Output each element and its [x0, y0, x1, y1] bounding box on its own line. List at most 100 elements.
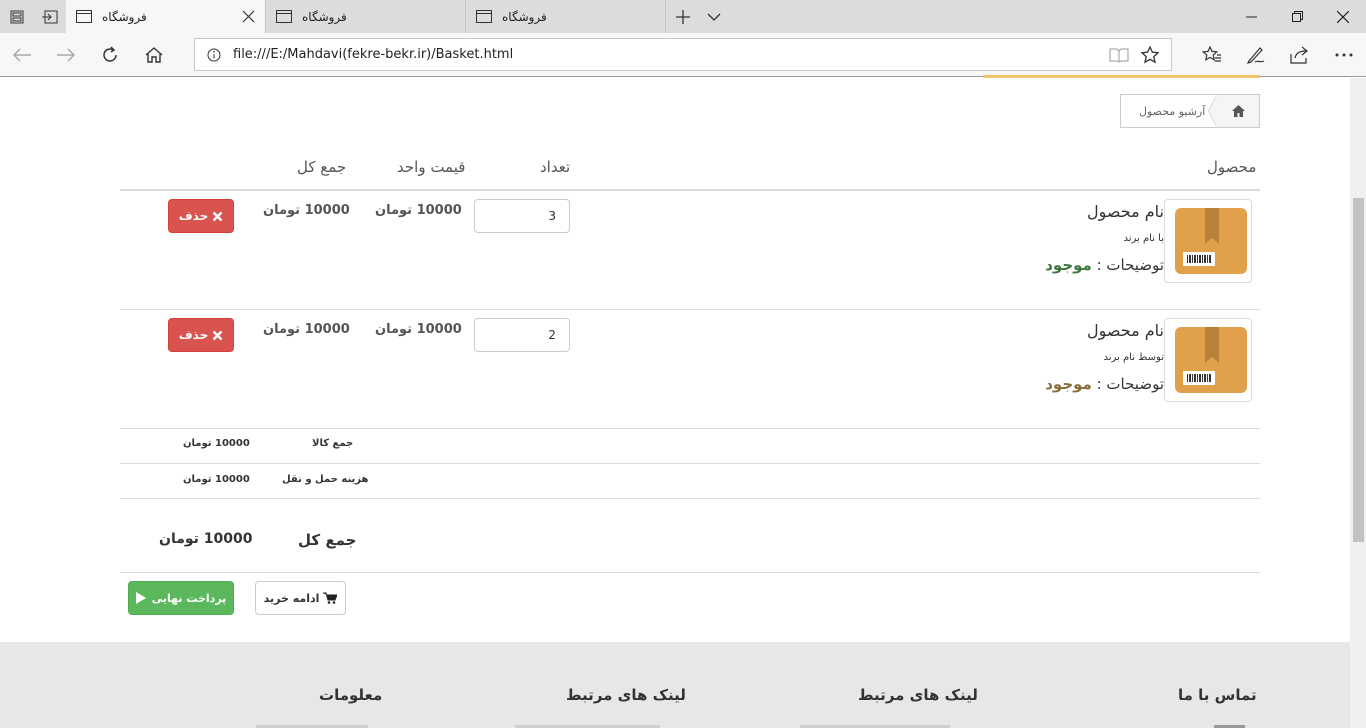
- product-description: توضیحات : موجود: [1045, 375, 1164, 393]
- refresh-icon: [103, 46, 117, 62]
- address-bar[interactable]: file:///E:/Mahdavi(fekre-bekr.ir)/Basket…: [194, 38, 1172, 71]
- chevron-down-icon: [707, 13, 720, 21]
- tab-1[interactable]: فروشگاه: [66, 0, 266, 33]
- tab-title: فروشگاه: [502, 9, 547, 24]
- page-icon: [76, 10, 92, 23]
- star-icon[interactable]: [1141, 46, 1159, 64]
- set-aside-tabs-icon[interactable]: [33, 0, 66, 33]
- stock-status: موجود: [1045, 375, 1092, 393]
- product-brand: با نام برند: [1123, 233, 1164, 244]
- header-unit-price: قیمت واحد: [397, 158, 466, 176]
- continue-shopping-label: ادامه خرید: [263, 591, 320, 605]
- row-divider: [120, 309, 1260, 310]
- package-icon: [1175, 208, 1247, 274]
- home-icon: [1231, 105, 1245, 117]
- stock-status: موجود: [1045, 256, 1092, 274]
- quantity-input[interactable]: 3: [474, 199, 570, 233]
- info-icon[interactable]: [207, 48, 221, 62]
- delete-button[interactable]: حذف: [168, 199, 234, 233]
- page-icon: [476, 10, 492, 23]
- goods-total-label: جمع کالا: [312, 438, 354, 449]
- browser-nav-bar: file:///E:/Mahdavi(fekre-bekr.ir)/Basket…: [0, 33, 1366, 77]
- minimize-button[interactable]: [1228, 0, 1274, 33]
- restore-button[interactable]: [1274, 0, 1320, 33]
- tab-preview-icon[interactable]: [0, 0, 33, 33]
- header-product: محصول: [1207, 158, 1257, 176]
- favorites-button[interactable]: [1196, 39, 1228, 71]
- page-scrollbar[interactable]: [1350, 78, 1366, 728]
- summary-divider: [120, 572, 1260, 573]
- product-name[interactable]: نام محصول: [1087, 202, 1164, 221]
- forward-button[interactable]: [50, 39, 82, 71]
- row-divider: [120, 428, 1260, 429]
- product-name[interactable]: نام محصول: [1087, 321, 1164, 340]
- unit-price: 10000 تومان: [375, 322, 462, 337]
- minimize-icon: [1245, 16, 1257, 17]
- goods-total-value: 10000 تومان: [183, 438, 250, 449]
- row-total: 10000 تومان: [263, 322, 350, 337]
- share-button[interactable]: [1284, 39, 1316, 71]
- plus-icon: [675, 9, 690, 24]
- grand-total-label: جمع کل: [298, 531, 357, 549]
- browser-tab-bar: فروشگاه فروشگاه فروشگاه: [0, 0, 1366, 33]
- footer-info-title: معلومات: [319, 686, 383, 704]
- scrollbar-thumb[interactable]: [1353, 198, 1364, 542]
- new-tab-button[interactable]: [666, 0, 699, 33]
- breadcrumb: آرشیو محصول: [1120, 94, 1260, 128]
- arrow-left-icon: [12, 48, 31, 62]
- product-image[interactable]: [1164, 199, 1252, 283]
- close-icon: [1337, 10, 1349, 23]
- times-icon: [212, 330, 223, 340]
- play-icon: [135, 592, 146, 604]
- grand-total-value: 10000 تومان: [159, 531, 253, 547]
- delete-button[interactable]: حذف: [168, 318, 234, 352]
- quantity-input[interactable]: 2: [474, 318, 570, 352]
- tab-2[interactable]: فروشگاه: [266, 0, 466, 33]
- restore-icon: [1291, 11, 1303, 22]
- checkout-button[interactable]: پرداخت نهایی: [128, 581, 234, 615]
- close-icon[interactable]: [242, 10, 255, 23]
- cart-icon: [323, 592, 338, 604]
- shipping-value: 10000 تومان: [183, 474, 250, 485]
- description-label: توضیحات :: [1096, 256, 1164, 274]
- favorites-icon: [1202, 46, 1221, 62]
- footer-links-title: لینک های مرتبط: [858, 686, 978, 704]
- home-icon: [145, 47, 163, 63]
- product-brand: توسط نام برند: [1103, 352, 1164, 363]
- more-icon: [1335, 53, 1353, 57]
- summary-divider: [120, 463, 1260, 464]
- continue-shopping-button[interactable]: ادامه خرید: [255, 581, 346, 615]
- page-content: آرشیو محصول محصول تعداد قیمت واحد جمع کل…: [0, 78, 1350, 728]
- summary-divider: [120, 498, 1260, 499]
- close-window-button[interactable]: [1320, 0, 1366, 33]
- tab-title: فروشگاه: [302, 9, 347, 24]
- reading-view-icon[interactable]: [1109, 47, 1129, 63]
- notes-button[interactable]: [1240, 39, 1272, 71]
- footer-contact-title: تماس با ما: [1178, 686, 1257, 704]
- address-url[interactable]: file:///E:/Mahdavi(fekre-bekr.ir)/Basket…: [233, 47, 513, 62]
- delete-label: حذف: [178, 328, 209, 342]
- page-icon: [276, 10, 292, 23]
- header-divider: [120, 189, 1260, 191]
- header-total: جمع کل: [297, 158, 347, 176]
- row-total: 10000 تومان: [263, 203, 350, 218]
- package-icon: [1175, 327, 1247, 393]
- breadcrumb-current[interactable]: آرشیو محصول: [1139, 105, 1205, 118]
- times-icon: [212, 211, 223, 221]
- home-button[interactable]: [138, 39, 170, 71]
- share-icon: [1290, 46, 1308, 64]
- tab-3[interactable]: فروشگاه: [466, 0, 666, 33]
- product-image[interactable]: [1164, 318, 1252, 402]
- footer-links-title: لینک های مرتبط: [566, 686, 686, 704]
- refresh-button[interactable]: [94, 39, 126, 71]
- breadcrumb-home[interactable]: [1208, 94, 1259, 128]
- tab-list-button[interactable]: [697, 0, 730, 33]
- delete-label: حذف: [178, 209, 209, 223]
- back-button[interactable]: [6, 39, 38, 71]
- checkout-label: پرداخت نهایی: [151, 591, 227, 605]
- tab-title: فروشگاه: [102, 9, 147, 24]
- more-button[interactable]: [1328, 39, 1360, 71]
- arrow-right-icon: [57, 48, 76, 62]
- description-label: توضیحات :: [1096, 375, 1164, 393]
- shipping-label: هزینه حمل و نقل: [282, 474, 369, 485]
